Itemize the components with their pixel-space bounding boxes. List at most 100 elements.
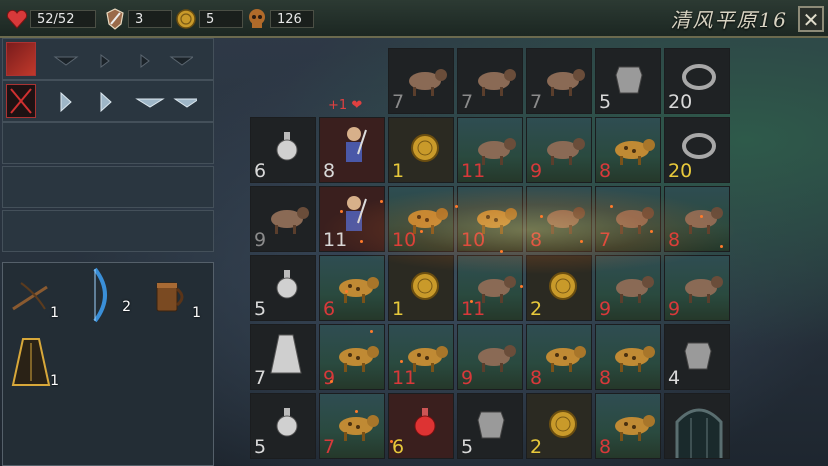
board-tile[interactable]: 10 xyxy=(388,186,454,252)
board-tile[interactable]: 8 xyxy=(526,324,592,390)
board-tile[interactable]: 11 xyxy=(388,324,454,390)
skill-2-arrows xyxy=(60,91,197,113)
board-tile[interactable]: 7 xyxy=(388,48,454,114)
tile-value: 9 xyxy=(599,298,612,320)
board-tile[interactable]: 8 xyxy=(595,393,661,459)
heal-popup: +1 ❤ xyxy=(328,98,363,113)
tile-value: 11 xyxy=(392,367,417,389)
spark-particle xyxy=(345,290,348,293)
spark-particle xyxy=(380,200,383,203)
skill-slot-4[interactable] xyxy=(2,166,214,208)
item-count: 1 xyxy=(192,305,201,321)
board-tile[interactable]: 20 xyxy=(664,48,730,114)
item-count: 1 xyxy=(50,373,59,389)
skill-slot-2[interactable] xyxy=(2,80,214,122)
hp-stat: 52/52 xyxy=(6,9,96,29)
close-button[interactable]: ✕ xyxy=(798,6,824,32)
board-tile[interactable]: 8 xyxy=(319,117,385,183)
board-tile[interactable]: 8 xyxy=(595,324,661,390)
board-tile[interactable]: 7 xyxy=(595,186,661,252)
tile-value: 11 xyxy=(461,298,486,320)
skill-slot-3[interactable] xyxy=(2,122,214,164)
board-tile[interactable]: 7 xyxy=(526,48,592,114)
board-tile[interactable] xyxy=(664,393,730,459)
board-tile[interactable]: 9 xyxy=(595,255,661,321)
axe-skill-icon xyxy=(6,42,36,76)
board-tile[interactable]: 7 xyxy=(457,48,523,114)
board-tile[interactable]: 11 xyxy=(319,186,385,252)
spark-particle xyxy=(455,205,458,208)
top-bar: 52/52 3 5 126 清风平原16 ✕ xyxy=(0,0,828,38)
skill-slot-5[interactable] xyxy=(2,210,214,252)
board-tile[interactable]: 5 xyxy=(250,255,316,321)
shield-sword-icon xyxy=(104,8,126,30)
inventory-panel: 1 2 1 1 xyxy=(2,262,214,466)
tile-value: 20 xyxy=(668,91,693,113)
spark-particle xyxy=(580,240,583,243)
tile-value: 1 xyxy=(392,160,405,182)
heart-icon: ❤ xyxy=(351,98,363,113)
tile-value: 9 xyxy=(254,229,267,251)
attack-value: 3 xyxy=(128,10,172,28)
tile-value: 20 xyxy=(668,160,693,182)
skill-slot-1[interactable] xyxy=(2,38,214,80)
inventory-item-mug[interactable]: 1 xyxy=(153,277,201,321)
board-tile[interactable]: 2 xyxy=(526,393,592,459)
gold-value: 5 xyxy=(199,10,243,28)
board-tile[interactable]: 5 xyxy=(250,393,316,459)
board-tile[interactable]: 5 xyxy=(457,393,523,459)
spark-particle xyxy=(470,300,473,303)
board-tile[interactable]: 20 xyxy=(664,117,730,183)
board-tile[interactable]: 6 xyxy=(250,117,316,183)
board-tile[interactable]: 1 xyxy=(388,255,454,321)
tile-value: 2 xyxy=(530,298,543,320)
board-tile[interactable]: 5 xyxy=(595,48,661,114)
spark-particle xyxy=(720,245,723,248)
board-tile[interactable]: 6 xyxy=(388,393,454,459)
board-tile[interactable]: 9 xyxy=(457,324,523,390)
tile-value: 9 xyxy=(668,298,681,320)
wooden-mug-icon xyxy=(153,282,189,321)
tile-value: 5 xyxy=(599,91,612,113)
attack-stat: 3 xyxy=(104,8,172,30)
tile-value: 5 xyxy=(254,298,267,320)
spark-particle xyxy=(700,215,703,218)
tile-value: 8 xyxy=(530,229,543,251)
board-tile[interactable]: 8 xyxy=(664,186,730,252)
board-tile[interactable]: 1 xyxy=(388,117,454,183)
spark-particle xyxy=(355,410,358,413)
spark-particle xyxy=(610,205,613,208)
board-tile[interactable]: 9 xyxy=(526,117,592,183)
board-tile[interactable]: 9 xyxy=(319,324,385,390)
board-tile[interactable]: 4 xyxy=(664,324,730,390)
board-tile[interactable]: 6 xyxy=(319,255,385,321)
tile-value: 7 xyxy=(392,91,405,113)
inventory-item-crossbow[interactable]: 1 xyxy=(11,277,59,321)
tile-value: 10 xyxy=(392,229,417,251)
crossed-swords-skill-icon xyxy=(6,84,36,118)
skill-1-arrows xyxy=(53,54,193,68)
spark-particle xyxy=(650,230,653,233)
spark-particle xyxy=(420,230,423,233)
spark-particle xyxy=(520,285,523,288)
board-tile[interactable]: 8 xyxy=(595,117,661,183)
tile-value: 9 xyxy=(530,160,543,182)
coin-icon xyxy=(175,8,197,30)
board-tile[interactable]: 9 xyxy=(664,255,730,321)
board-tile[interactable]: 2 xyxy=(526,255,592,321)
tile-value: 7 xyxy=(599,229,612,251)
crossbow-icon xyxy=(11,282,51,321)
board-tile[interactable]: 11 xyxy=(457,255,523,321)
tile-value: 7 xyxy=(530,91,543,113)
hp-value: 52/52 xyxy=(30,10,96,28)
tile-value: 4 xyxy=(668,367,681,389)
inventory-item-blue-bow[interactable]: 2 xyxy=(87,267,131,323)
board-tile[interactable]: 9 xyxy=(250,186,316,252)
tile-value: 8 xyxy=(323,160,336,182)
board-tile[interactable]: 7 xyxy=(319,393,385,459)
board-tile[interactable]: 11 xyxy=(457,117,523,183)
inventory-item-cloak[interactable]: 1 xyxy=(11,337,59,389)
board-tile[interactable]: 7 xyxy=(250,324,316,390)
board-tile[interactable]: 10 xyxy=(457,186,523,252)
tile-value: 9 xyxy=(461,367,474,389)
